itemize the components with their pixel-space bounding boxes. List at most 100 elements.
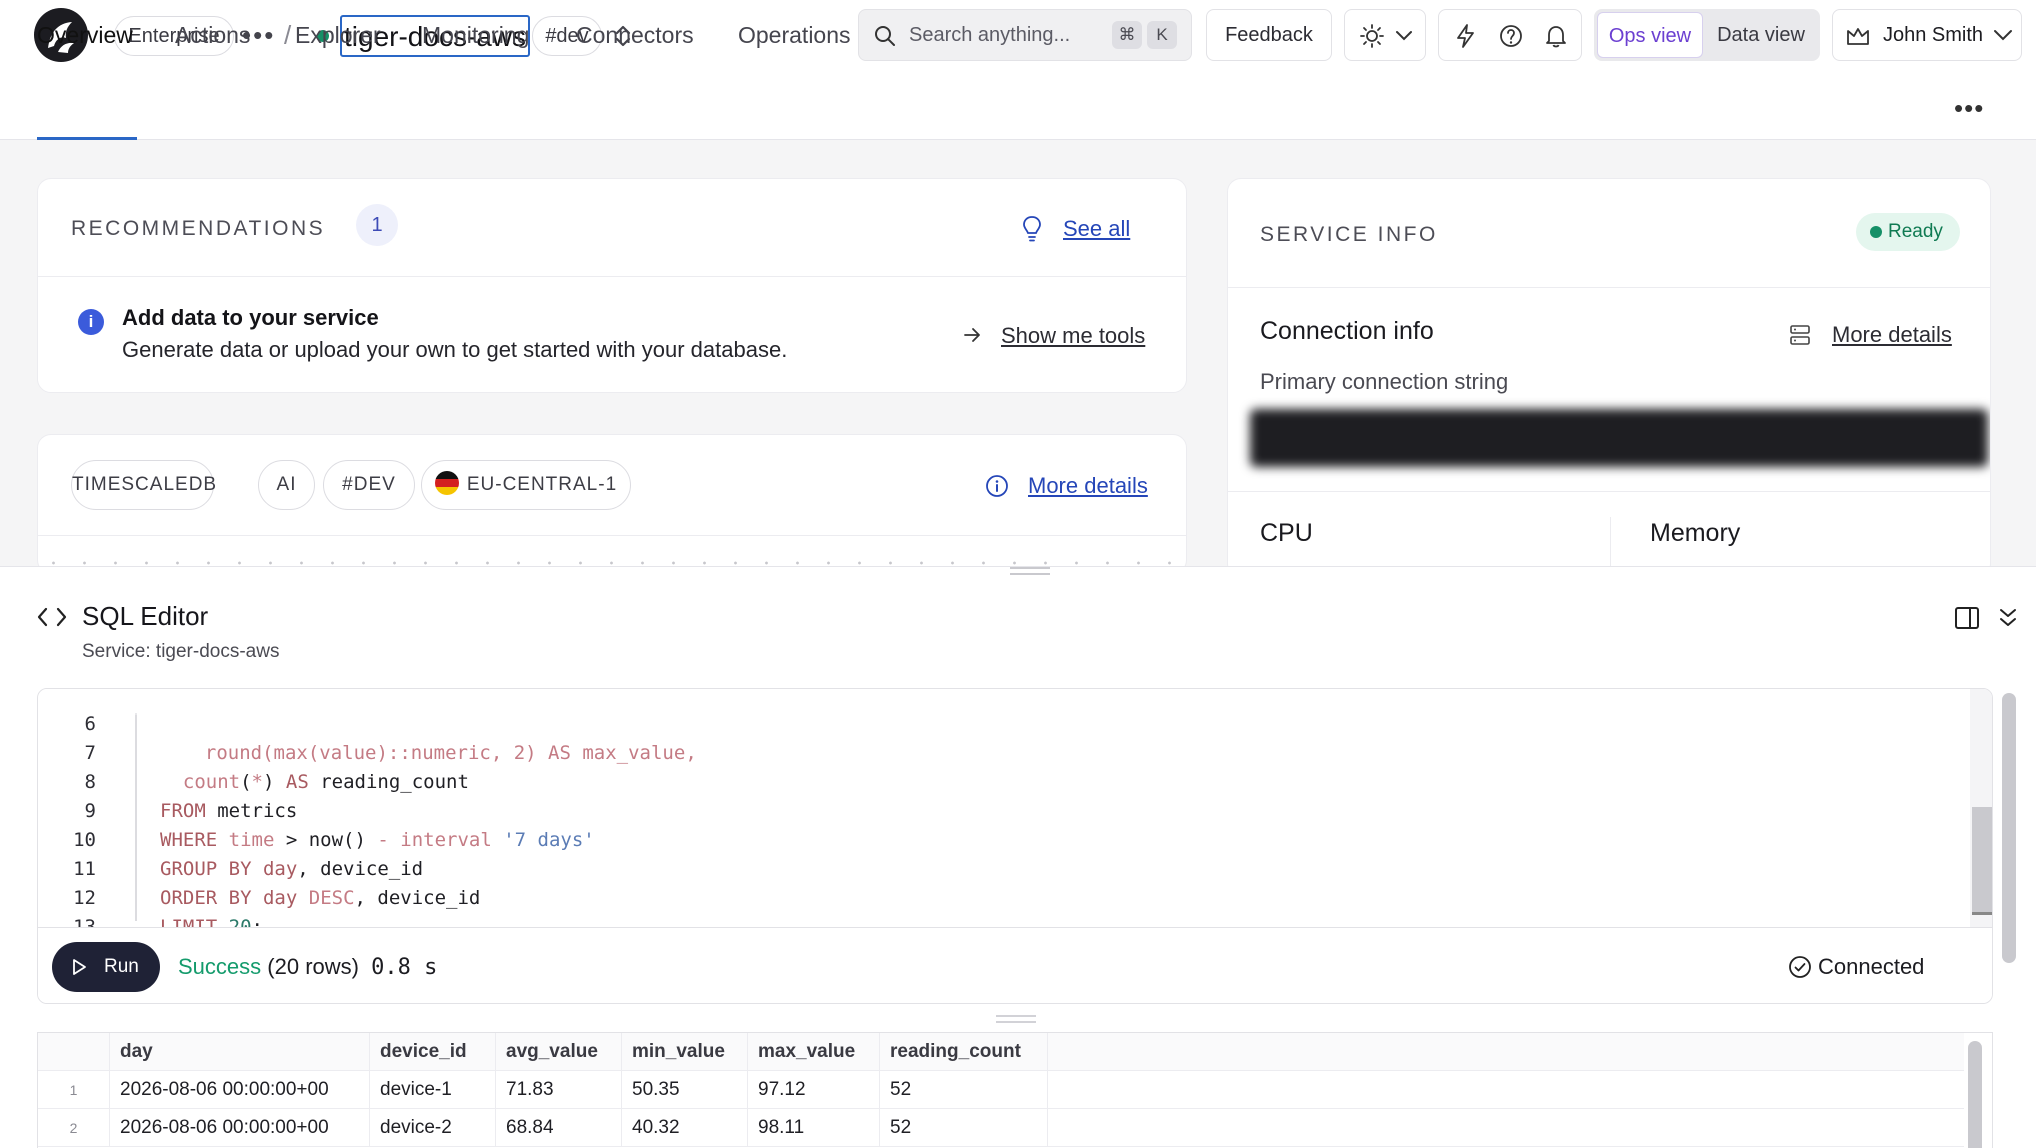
play-icon <box>73 959 86 975</box>
bell-icon[interactable] <box>1543 23 1569 49</box>
service-tags-card: TIMESCALEDB AI #DEV EU-CENTRAL-1 More de… <box>37 434 1187 574</box>
tag-region: EU-CENTRAL-1 <box>421 460 631 510</box>
code-text: WHERE time > now() - interval '7 days' <box>160 829 595 851</box>
info-icon: i <box>78 309 104 335</box>
run-button[interactable]: Run <box>52 942 160 992</box>
code-line: 11 ORDER BY day DESC, device_id <box>38 826 480 909</box>
connection-status-label: Connected <box>1818 954 1925 979</box>
ops-view-button[interactable]: Ops view <box>1597 12 1703 58</box>
code-line: 12 LIMIT 20; <box>38 855 263 938</box>
run-label: Run <box>104 956 139 977</box>
search-icon <box>875 26 895 46</box>
table-cell: 52 <box>880 1109 1048 1147</box>
tag-dev: #DEV <box>323 460 415 510</box>
service-info-card: SERVICE INFO Ready Connection info More … <box>1227 178 1991 578</box>
column-header[interactable]: day <box>110 1033 370 1071</box>
results-table: day device_id avg_value min_value max_va… <box>37 1032 1993 1148</box>
table-cell: 97.12 <box>748 1071 880 1109</box>
tags-more-details-link[interactable]: More details <box>1028 472 1148 500</box>
column-header[interactable]: device_id <box>370 1033 496 1071</box>
table-row[interactable]: 2 2026-08-06 00:00:00+00 device-2 68.84 … <box>38 1109 1964 1147</box>
card-divider <box>1228 287 1990 288</box>
code-text: count(*) AS reading_count <box>160 771 469 793</box>
active-tab-indicator <box>37 137 137 140</box>
results-resize-handle[interactable] <box>996 1015 1036 1023</box>
tab-explorer[interactable]: Explorer <box>295 20 381 50</box>
show-me-tools-link[interactable]: Show me tools <box>1001 322 1145 350</box>
recommendations-card: RECOMMENDATIONS 1 See all i Add data to … <box>37 178 1187 393</box>
user-menu[interactable]: John Smith <box>1832 9 2022 61</box>
column-header[interactable]: avg_value <box>496 1033 622 1071</box>
table-cell: 40.32 <box>622 1109 748 1147</box>
query-duration: 0.8 s <box>371 955 438 980</box>
table-row[interactable]: 1 2026-08-06 00:00:00+00 device-1 71.83 … <box>38 1071 1964 1109</box>
lightbulb-icon <box>1023 216 1041 242</box>
check-circle-icon <box>1789 956 1811 978</box>
table-cell: 52 <box>880 1071 1048 1109</box>
code-line: 13 <box>38 884 107 938</box>
recommendations-count-badge: 1 <box>356 204 398 246</box>
tab-actions[interactable]: Actions <box>175 20 250 50</box>
tab-operations[interactable]: Operations <box>738 20 851 50</box>
collapse-icon[interactable] <box>1998 605 2018 631</box>
table-cell: 71.83 <box>496 1071 622 1109</box>
scroll-fade <box>38 689 1992 715</box>
recommendation-title: Add data to your service <box>122 305 379 330</box>
germany-flag-icon <box>434 471 459 495</box>
sql-editor-service-label: Service: tiger-docs-aws <box>82 641 280 662</box>
status-dot <box>1870 226 1882 238</box>
code-text: ORDER BY day DESC, device_id <box>160 887 481 909</box>
status-badge: Ready <box>1856 213 1960 251</box>
theme-switcher[interactable] <box>1344 9 1426 61</box>
panel-scrollbar[interactable] <box>2002 693 2016 963</box>
results-scrollbar[interactable] <box>1968 1041 1982 1148</box>
row-count: (20 rows) <box>267 954 359 979</box>
tab-overview[interactable]: Overview <box>37 20 133 50</box>
quick-actions-group <box>1438 9 1582 61</box>
search-placeholder: Search anything... <box>909 24 1071 46</box>
more-options-icon[interactable]: ••• <box>1954 95 1984 121</box>
data-view-button[interactable]: Data view <box>1706 12 1816 58</box>
tab-monitoring[interactable]: Monitoring <box>422 20 529 50</box>
table-cell: 98.11 <box>748 1109 880 1147</box>
view-toggle: Ops view Data view <box>1594 9 1820 61</box>
sql-editor-title: SQL Editor <box>82 601 209 631</box>
connection-more-details-link[interactable]: More details <box>1832 321 1952 349</box>
table-cell: 2026-08-06 00:00:00+00 <box>110 1071 370 1109</box>
editor-scrollbar[interactable] <box>1970 689 1992 927</box>
tab-connectors[interactable]: Connectors <box>576 20 694 50</box>
lightning-icon[interactable] <box>1453 23 1479 49</box>
table-header: day device_id avg_value min_value max_va… <box>38 1033 1964 1071</box>
panel-resize-handle[interactable] <box>1010 567 1050 575</box>
sun-icon <box>1360 24 1384 48</box>
table-cell: 2026-08-06 00:00:00+00 <box>110 1109 370 1147</box>
shortcut-cmd-key: ⌘ <box>1112 21 1142 49</box>
region-label: EU-CENTRAL-1 <box>466 474 618 495</box>
search-bar[interactable]: Search anything... ⌘ K <box>858 9 1192 61</box>
feedback-button[interactable]: Feedback <box>1206 9 1332 61</box>
server-icon <box>1790 325 1810 345</box>
table-cell: device-2 <box>370 1109 496 1147</box>
shortcut-k-key: K <box>1147 21 1177 49</box>
card-divider <box>38 535 1186 536</box>
query-status: Success (20 rows) 0.8 s <box>178 952 437 983</box>
row-index: 2 <box>38 1109 110 1147</box>
column-header[interactable]: min_value <box>622 1033 748 1071</box>
service-info-title: SERVICE INFO <box>1260 223 1438 246</box>
column-header[interactable]: reading_count <box>880 1033 1048 1071</box>
code-text: GROUP BY day, device_id <box>160 858 424 880</box>
run-bar: Run Success (20 rows) 0.8 s Connected <box>38 927 1992 1003</box>
help-icon[interactable] <box>1498 23 1524 49</box>
tag-ai: AI <box>258 460 315 510</box>
index-header <box>38 1033 110 1071</box>
code-editor[interactable]: 6 round(max(value)::numeric, 2) AS max_v… <box>37 688 1993 1004</box>
cpu-title: CPU <box>1260 519 1313 547</box>
column-header[interactable]: max_value <box>748 1033 880 1071</box>
split-layout-icon[interactable] <box>1954 605 1980 631</box>
sql-editor-panel: SQL Editor Service: tiger-docs-aws 6 rou… <box>0 566 2036 1148</box>
editor-scrollbar-thumb[interactable] <box>1972 807 1992 915</box>
crown-icon <box>1847 28 1869 45</box>
connection-string-redacted <box>1250 409 1988 467</box>
see-all-link[interactable]: See all <box>1063 215 1130 243</box>
status-label: Ready <box>1888 221 1943 242</box>
